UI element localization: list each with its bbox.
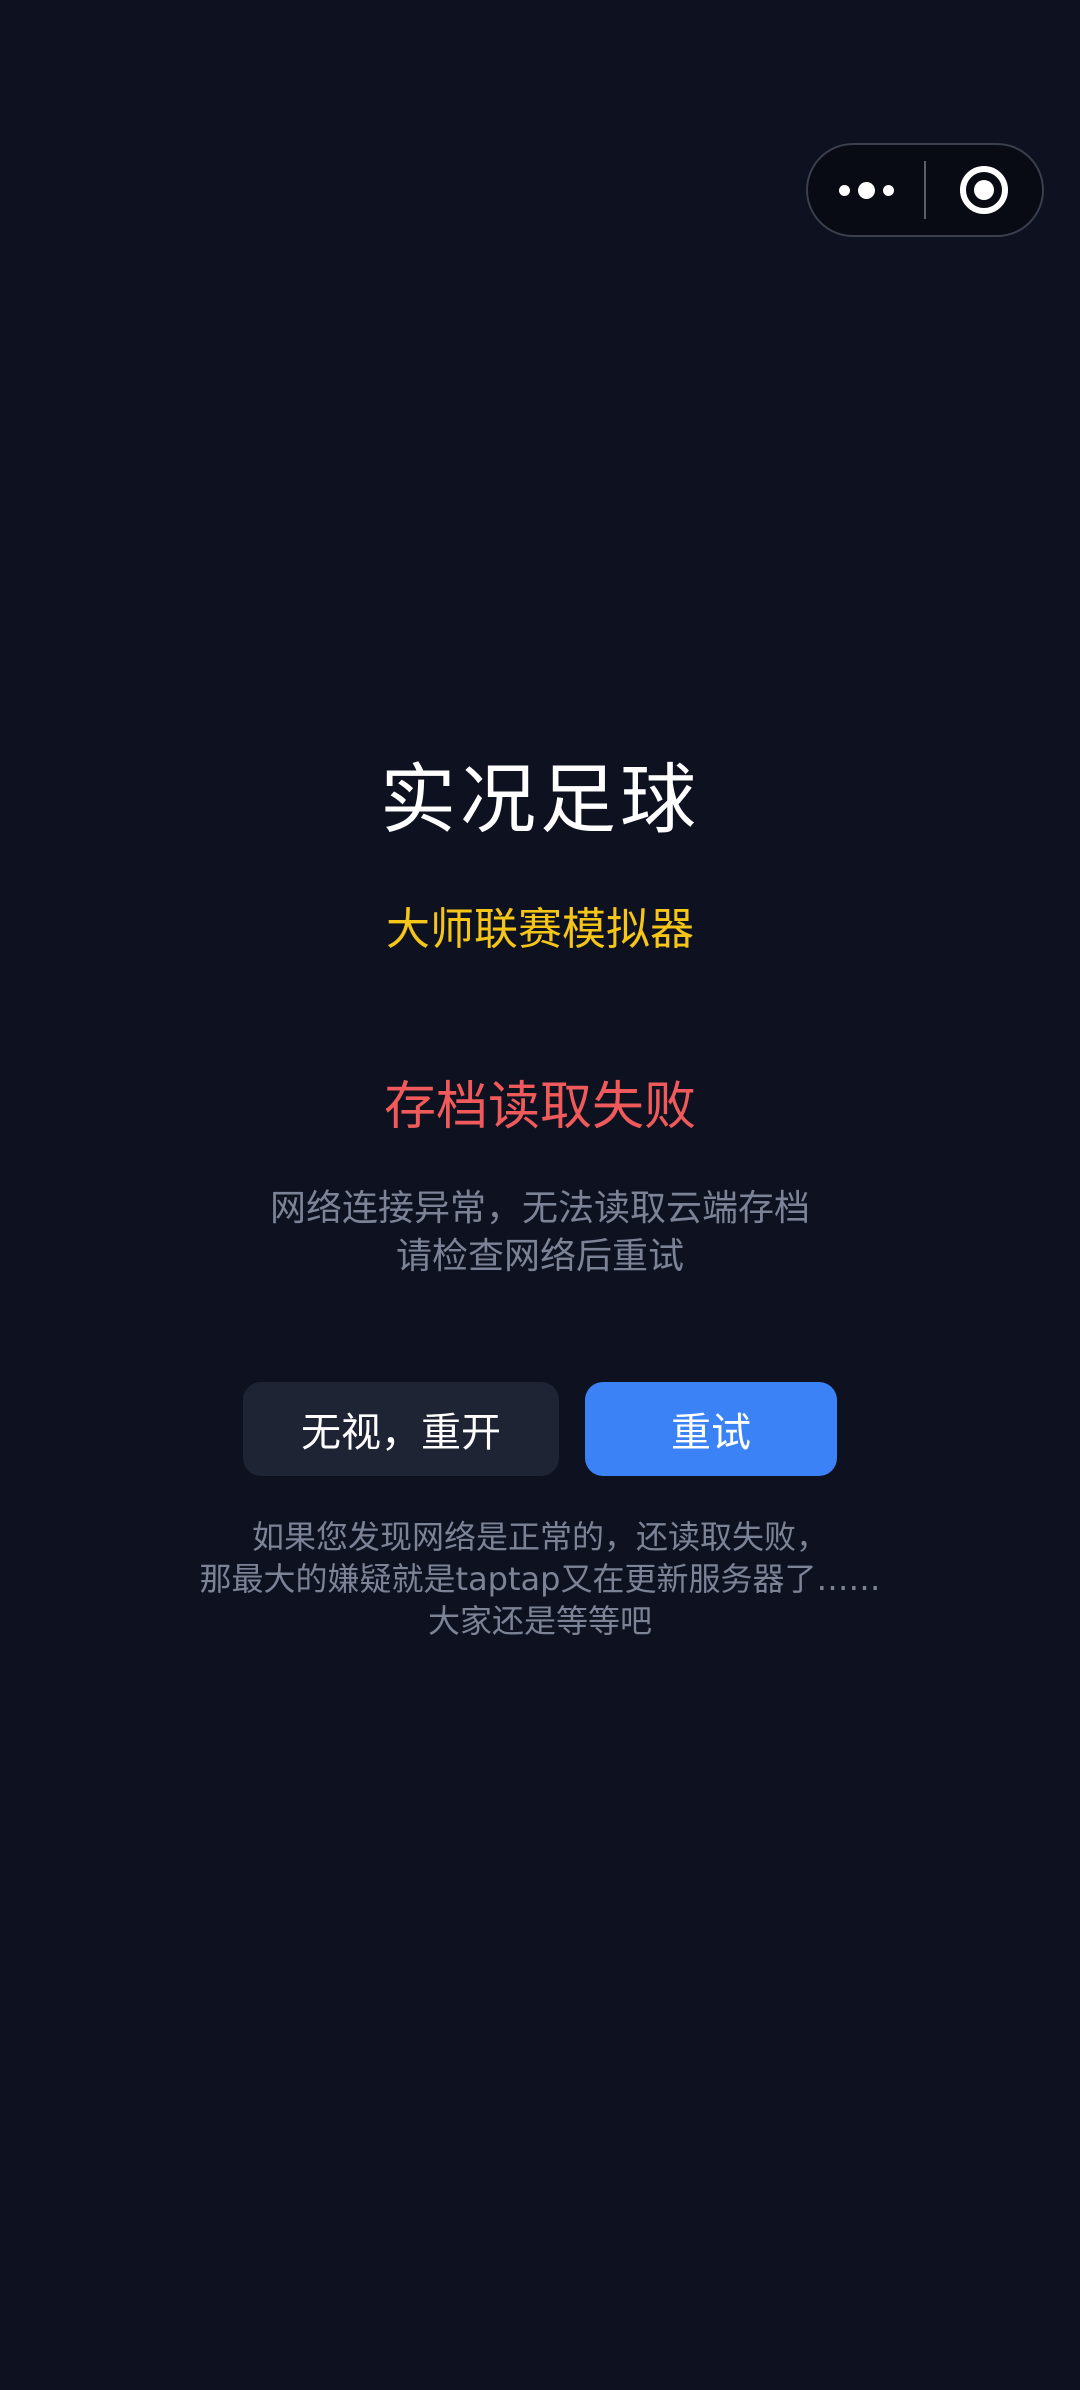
error-description-line-1: 网络连接异常，无法读取云端存档 (269, 1188, 810, 1229)
more-button[interactable] (808, 145, 924, 235)
action-buttons: 无视，重开 重试 (243, 1382, 837, 1476)
close-target-icon (960, 166, 1008, 214)
miniprogram-capsule (806, 143, 1044, 237)
app-title: 实况足球 (380, 755, 700, 844)
help-note: 如果您发现网络是正常的，还读取失败， 那最大的嫌疑就是taptap又在更新服务器… (0, 1516, 1080, 1642)
app-subtitle: 大师联赛模拟器 (386, 904, 694, 955)
help-note-line-1: 如果您发现网络是正常的，还读取失败， (251, 1518, 828, 1556)
ignore-restart-button[interactable]: 无视，重开 (243, 1382, 559, 1476)
error-title: 存档读取失败 (383, 1077, 696, 1137)
help-note-line-3: 大家还是等等吧 (427, 1602, 652, 1640)
more-dots-icon (838, 181, 894, 199)
help-note-line-2: 那最大的嫌疑就是taptap又在更新服务器了…… (199, 1560, 881, 1598)
error-description: 网络连接异常，无法读取云端存档 请检查网络后重试 (0, 1185, 1080, 1281)
error-description-line-2: 请检查网络后重试 (395, 1236, 684, 1277)
retry-button[interactable]: 重试 (585, 1382, 837, 1476)
close-button[interactable] (926, 145, 1042, 235)
